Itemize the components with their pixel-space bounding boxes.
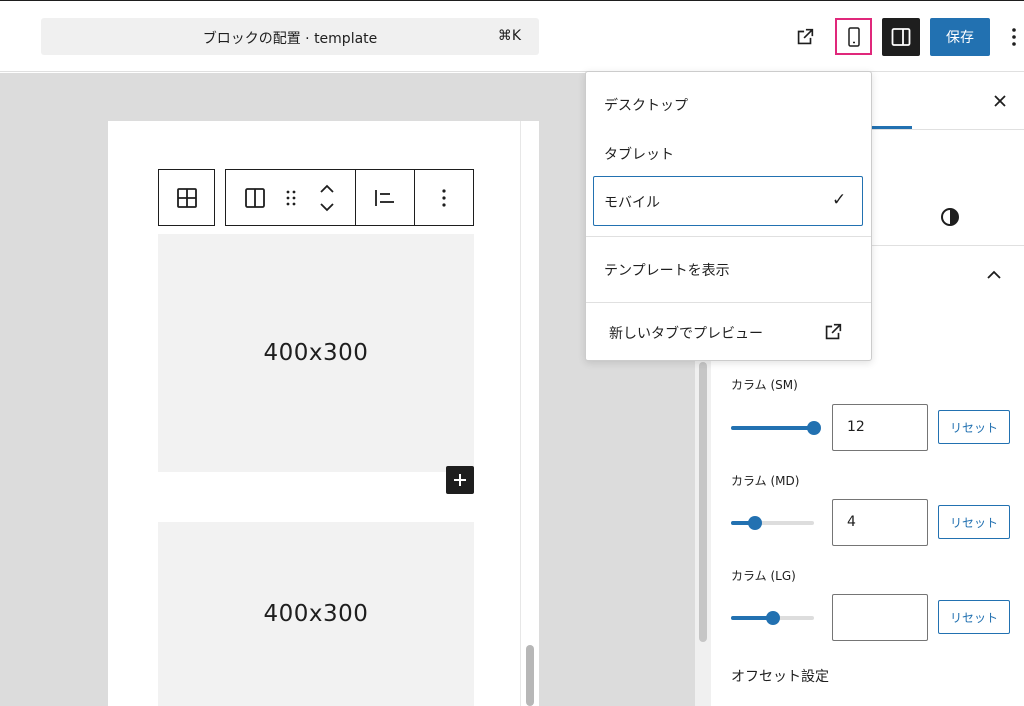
slider-fill: [731, 426, 814, 430]
close-sidebar-button[interactable]: [990, 91, 1010, 111]
contrast-icon: [941, 208, 959, 226]
chevron-down-icon[interactable]: [319, 201, 335, 213]
offset-settings-heading: オフセット設定: [731, 669, 829, 685]
menu-item-tablet[interactable]: タブレット: [604, 144, 674, 164]
column-md-label: カラム (MD): [731, 474, 800, 488]
menu-divider: [586, 302, 871, 303]
sidebar-toggle-icon: [891, 28, 911, 46]
justify-left-icon: [375, 189, 394, 206]
block-toolbar: [225, 169, 474, 226]
device-preview-button[interactable]: [835, 18, 872, 55]
grid-block-button[interactable]: [159, 170, 214, 225]
menu-divider: [586, 236, 871, 237]
external-link-icon: [797, 28, 814, 45]
menu-item-mobile-label: モバイル: [604, 195, 660, 211]
menu-item-preview-new-tab[interactable]: 新しいタブでプレビュー: [609, 323, 763, 343]
column-lg-input[interactable]: [832, 594, 928, 641]
save-button[interactable]: 保存: [930, 18, 990, 56]
panel-toggle-button[interactable]: [986, 266, 1002, 285]
column-lg-label: カラム (LG): [731, 569, 796, 583]
grid-icon: [176, 187, 197, 208]
chevron-up-icon[interactable]: [319, 183, 335, 195]
column-sm-slider[interactable]: [731, 421, 821, 435]
styles-tab[interactable]: [940, 207, 960, 231]
column-lg-reset-button[interactable]: リセット: [938, 600, 1010, 634]
slider-thumb[interactable]: [765, 611, 780, 625]
slider-thumb[interactable]: [748, 516, 763, 530]
image-placeholder[interactable]: 400x300: [158, 522, 474, 706]
drag-handle-icon: [286, 190, 296, 205]
mobile-icon: [847, 26, 860, 47]
image-placeholder[interactable]: 400x300: [158, 234, 474, 472]
column-md-reset-button[interactable]: リセット: [938, 505, 1010, 539]
block-inserter-button[interactable]: [446, 466, 474, 494]
canvas-scrollbar-track: [520, 121, 539, 706]
view-site-button[interactable]: [791, 22, 819, 52]
command-palette-bar[interactable]: ブロックの配置 · template ⌘K: [41, 18, 539, 55]
align-button[interactable]: [356, 170, 414, 225]
move-buttons: [312, 170, 342, 225]
settings-toggle-button[interactable]: [882, 18, 920, 56]
column-sm-label: カラム (SM): [731, 378, 798, 392]
block-type-button[interactable]: [234, 170, 276, 225]
column-md-input[interactable]: 4: [832, 499, 928, 546]
more-vertical-icon: [442, 188, 446, 207]
parent-block-selector[interactable]: [158, 169, 215, 226]
more-vertical-icon: [1012, 28, 1016, 46]
plus-icon: [454, 474, 466, 486]
options-menu-button[interactable]: [1004, 20, 1024, 54]
external-link-icon: [822, 321, 844, 347]
check-icon: ✓: [832, 190, 847, 210]
column-lg-slider[interactable]: [731, 611, 814, 625]
column-md-slider[interactable]: [731, 516, 814, 530]
shortcut-hint: ⌘K: [497, 28, 521, 44]
canvas-scrollbar[interactable]: [526, 645, 534, 706]
close-icon: [994, 95, 1006, 107]
columns-icon: [245, 187, 265, 208]
chevron-up-icon: [987, 270, 1001, 279]
column-sm-reset-button[interactable]: リセット: [938, 410, 1010, 444]
sidebar-scrollbar[interactable]: [699, 362, 707, 642]
menu-item-show-template[interactable]: テンプレートを表示: [604, 260, 730, 280]
drag-handle[interactable]: [278, 170, 304, 225]
menu-item-desktop[interactable]: デスクトップ: [604, 95, 688, 115]
document-title: ブロックの配置 · template: [202, 31, 378, 47]
slider-thumb[interactable]: [807, 421, 821, 435]
column-sm-input[interactable]: 12: [832, 404, 928, 451]
block-options-button[interactable]: [415, 170, 473, 225]
